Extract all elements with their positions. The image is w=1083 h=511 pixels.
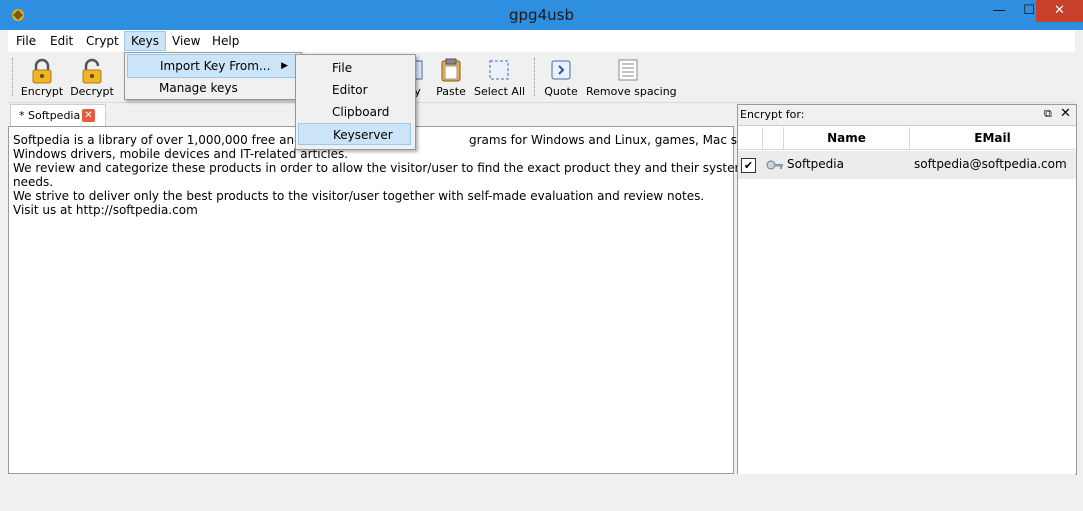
close-button[interactable]: ✕ xyxy=(1036,0,1083,22)
import-key-from-label: Import Key From... xyxy=(160,59,271,73)
minimize-button[interactable]: — xyxy=(984,0,1014,22)
paste-button[interactable]: Paste xyxy=(432,56,470,100)
tab-label: * Softpedia xyxy=(19,109,81,122)
menu-file[interactable]: File xyxy=(10,32,42,50)
encrypt-for-panel: Encrypt for: ⧉ ✕ Name EMail ✔ Softpedia … xyxy=(737,104,1077,475)
key-icon xyxy=(766,160,783,170)
column-name[interactable]: Name xyxy=(784,127,910,150)
editor-line: We strive to deliver only the best produ… xyxy=(13,189,705,203)
quote-icon xyxy=(551,60,571,80)
tab-close-icon[interactable]: ✕ xyxy=(82,109,95,122)
menu-bar: File Edit Crypt Keys View Help xyxy=(8,30,1075,52)
remove-spacing-icon xyxy=(618,59,638,81)
select-all-label: Select All xyxy=(474,85,526,98)
import-from-file-item[interactable]: File xyxy=(298,57,411,79)
panel-title: Encrypt for: xyxy=(740,108,805,121)
import-from-clipboard-item[interactable]: Clipboard xyxy=(298,101,411,123)
quote-label: Quote xyxy=(544,85,578,98)
window-title: gpg4usb xyxy=(509,6,574,24)
title-bar: gpg4usb — ☐ ✕ xyxy=(0,0,1083,30)
select-all-icon xyxy=(489,60,509,80)
manage-keys-label: Manage keys xyxy=(159,81,238,95)
float-panel-icon[interactable]: ⧉ xyxy=(1044,107,1052,121)
keys-menu-dropdown: Import Key From... ▶ Manage keys xyxy=(124,52,302,100)
toolbar-grip[interactable] xyxy=(534,58,538,96)
import-from-keyserver-item[interactable]: Keyserver xyxy=(298,123,411,145)
remove-spacing-button[interactable]: Remove spacing xyxy=(586,56,677,100)
manage-keys-item[interactable]: Manage keys xyxy=(127,77,295,99)
import-submenu: File Editor Clipboard Keyserver xyxy=(295,54,416,150)
lock-closed-icon xyxy=(32,58,52,84)
import-key-from-item[interactable]: Import Key From... ▶ xyxy=(127,54,297,78)
key-email: softpedia@softpedia.com xyxy=(914,157,1067,171)
import-from-editor-item[interactable]: Editor xyxy=(298,79,411,101)
key-name: Softpedia xyxy=(787,157,844,171)
tab-softpedia[interactable]: * Softpedia ✕ xyxy=(10,104,106,127)
toolbar-grip[interactable] xyxy=(12,58,16,96)
menu-crypt[interactable]: Crypt xyxy=(80,32,125,50)
app-window: gpg4usb — ☐ ✕ File Edit Crypt Keys View … xyxy=(0,0,1083,511)
text-editor[interactable]: Softpedia is a library of over 1,000,000… xyxy=(8,126,786,474)
editor-line: needs. xyxy=(13,175,54,189)
editor-line: Visit us at http://softpedia.com xyxy=(13,203,198,217)
column-check[interactable] xyxy=(738,127,763,150)
editor-line: We review and categorize these products … xyxy=(13,161,747,175)
menu-edit[interactable]: Edit xyxy=(44,32,79,50)
submenu-arrow-icon: ▶ xyxy=(281,61,288,71)
column-type[interactable] xyxy=(763,127,784,150)
paste-icon xyxy=(441,58,461,82)
lock-open-icon xyxy=(82,58,102,84)
close-panel-icon[interactable]: ✕ xyxy=(1060,106,1071,121)
menu-view[interactable]: View xyxy=(166,32,206,50)
editor-line: Softpedia is a library of over 1,000,000… xyxy=(13,133,322,147)
menu-help[interactable]: Help xyxy=(206,32,245,50)
paste-label: Paste xyxy=(436,85,466,98)
status-bar xyxy=(8,474,1075,503)
remove-spacing-label: Remove spacing xyxy=(586,85,677,98)
select-all-button[interactable]: Select All xyxy=(474,56,526,100)
decrypt-button[interactable]: Decrypt xyxy=(70,56,114,100)
quote-button[interactable]: Quote xyxy=(542,56,580,100)
key-row[interactable]: ✔ Softpedia softpedia@softpedia.com xyxy=(738,151,1076,179)
encrypt-label: Encrypt xyxy=(20,85,64,98)
encrypt-button[interactable]: Encrypt xyxy=(20,56,64,100)
decrypt-label: Decrypt xyxy=(70,85,114,98)
column-email[interactable]: EMail xyxy=(910,127,1075,150)
key-checkbox[interactable]: ✔ xyxy=(741,158,756,173)
panel-header: Encrypt for: ⧉ ✕ xyxy=(738,105,1076,126)
menu-keys[interactable]: Keys xyxy=(124,31,167,51)
